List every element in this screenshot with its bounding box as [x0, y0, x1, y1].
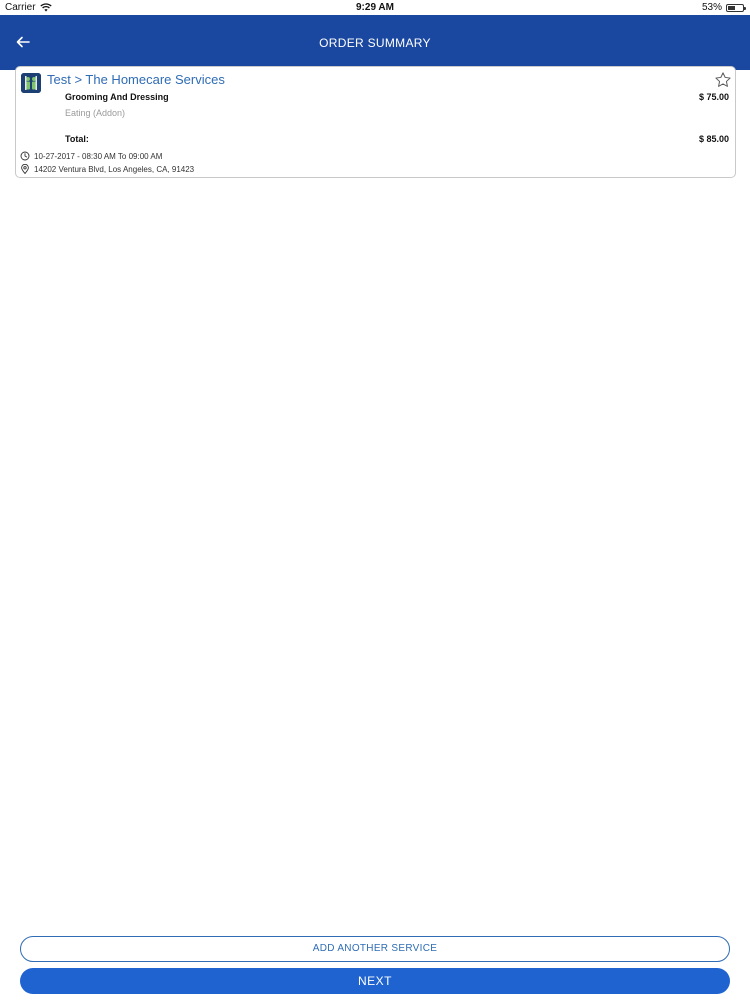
add-another-service-button[interactable]: ADD ANOTHER SERVICE — [20, 936, 730, 962]
address-text: 14202 Ventura Blvd, Los Angeles, CA, 914… — [34, 164, 195, 174]
provider-title[interactable]: Test > The Homecare Services — [47, 72, 225, 87]
clock-icon — [20, 151, 30, 161]
service-name: Grooming And Dressing — [65, 92, 169, 102]
status-time: 9:29 AM — [356, 2, 394, 13]
order-summary-screen: Carrier 9:29 AM 53% ORDER SUMMARY Test >… — [0, 0, 750, 1000]
schedule-row: 10-27-2017 - 08:30 AM To 09:00 AM — [20, 151, 162, 161]
battery-percent: 53% — [701, 2, 722, 13]
total-label: Total: — [65, 134, 89, 144]
address-row: 14202 Ventura Blvd, Los Angeles, CA, 914… — [20, 164, 194, 174]
service-price: $ 75.00 — [698, 92, 729, 102]
schedule-text: 10-27-2017 - 08:30 AM To 09:00 AM — [34, 151, 163, 161]
navigation-bar: ORDER SUMMARY — [0, 15, 750, 70]
page-title: ORDER SUMMARY — [319, 36, 431, 50]
addon-name: Eating (Addon) — [65, 108, 126, 118]
provider-logo-icon — [21, 73, 41, 93]
status-right: 53% — [701, 2, 746, 13]
battery-icon — [726, 3, 746, 12]
next-button[interactable]: NEXT — [20, 968, 730, 994]
total-value: $ 85.00 — [698, 134, 729, 144]
battery-fill — [728, 5, 735, 10]
order-card: Test > The Homecare Services Grooming An… — [15, 66, 736, 178]
status-bar: Carrier 9:29 AM 53% — [0, 0, 750, 15]
star-icon[interactable] — [714, 71, 732, 89]
location-pin-icon — [21, 164, 29, 174]
